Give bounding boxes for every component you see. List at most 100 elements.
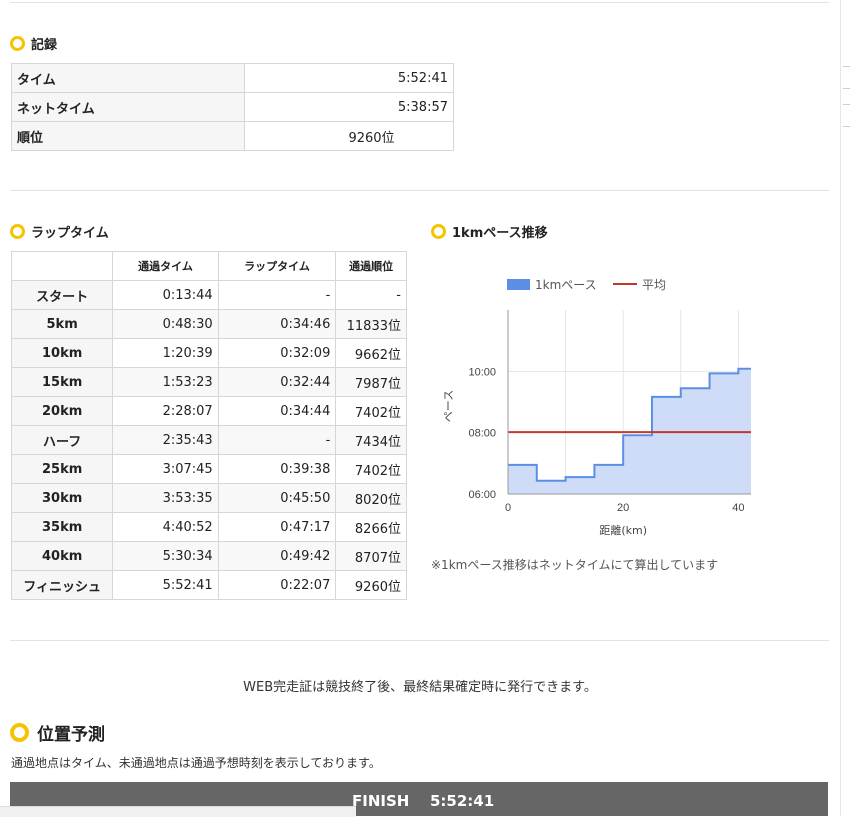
lap-time: 0:32:44 (217, 367, 337, 397)
section-divider (10, 190, 829, 191)
lap-rank: 7402位 (335, 396, 407, 426)
lap-pass-time: 2:28:07 (112, 396, 219, 426)
lap-pass-time: 2:35:43 (112, 425, 219, 455)
lap-pass-time: 3:07:45 (112, 454, 219, 484)
lap-rank: 9260位 (335, 570, 407, 600)
lap-rank: 11833位 (335, 309, 407, 339)
finish-label: FINISH (352, 792, 410, 810)
record-label: ネットタイム (11, 92, 245, 122)
table-row: 30km 3:53:35 0:45:50 8020位 (10, 483, 407, 513)
lap-pass-time: 1:20:39 (112, 338, 219, 368)
lap-pass-time: 4:40:52 (112, 512, 219, 542)
lap-time: 0:49:42 (217, 541, 337, 571)
horizontal-scrollbar[interactable] (0, 806, 356, 817)
lap-point: 40km (10, 541, 114, 571)
lap-rank: 8707位 (335, 541, 407, 571)
lap-time: 0:47:17 (217, 512, 337, 542)
x-tick-label: 20 (617, 502, 629, 514)
pace-title-text: 1kmペース推移 (452, 226, 548, 241)
lap-time: 0:22:07 (217, 570, 337, 600)
lap-rank: 7987位 (335, 367, 407, 397)
lap-time: - (217, 280, 337, 310)
lap-pass-time: 5:30:34 (112, 541, 219, 571)
record-label: 順位 (11, 121, 245, 151)
x-tick-label: 0 (505, 502, 511, 514)
record-table: タイム 5:52:41 ネットタイム 5:38:57 順位 9260位 (11, 63, 454, 151)
lap-time: 0:34:46 (217, 309, 337, 339)
y-axis-title: ペース (442, 390, 455, 422)
lap-table: 通過タイム ラップタイム 通過順位 スタート 0:13:44- -5km 0:48:3… (10, 251, 407, 600)
table-row: スタート 0:13:44- - (10, 280, 407, 310)
lap-rank: 8020位 (335, 483, 407, 513)
lap-rank: 7434位 (335, 425, 407, 455)
table-row: 順位 9260位 (11, 121, 454, 151)
y-tick-label: 08:00 (468, 428, 496, 440)
x-axis-title: 距離(km) (599, 523, 647, 537)
yellow-ring-icon (10, 723, 29, 742)
lap-time: 0:32:09 (217, 338, 337, 368)
table-row: 35km 4:40:52 0:47:17 8266位 (10, 512, 407, 542)
table-row: タイム 5:52:41 (11, 63, 454, 93)
lap-point: 35km (10, 512, 114, 542)
record-title-text: 記録 (31, 38, 58, 53)
table-row: 25km 3:07:45 0:39:38 7402位 (10, 454, 407, 484)
position-section-title: 位置予測 (10, 720, 105, 745)
record-value: 9260位 (244, 121, 454, 151)
table-row: 20km 2:28:07 0:34:44 7402位 (10, 396, 407, 426)
lap-point: 15km (10, 367, 114, 397)
top-divider (10, 2, 829, 3)
lap-header-pass: 通過タイム (112, 251, 219, 281)
section-divider (10, 640, 829, 641)
lap-point: 30km (10, 483, 114, 513)
yellow-ring-icon (10, 224, 25, 239)
lap-point: 25km (10, 454, 114, 484)
lap-header-rank: 通過順位 (335, 251, 407, 281)
table-row: 5km 0:48:30 0:34:46 11833位 (10, 309, 407, 339)
lap-pass-time: 3:53:35 (112, 483, 219, 513)
right-edge-tick (843, 104, 850, 105)
lap-header-point (10, 251, 114, 281)
pace-chart-svg: 06:00 08:00 10:00 0 20 40 距離(km) ペース 1kmペース 平均 (442, 278, 751, 537)
lap-point: ハーフ (10, 425, 114, 455)
laps-title-text: ラップタイム (31, 226, 109, 241)
table-row: 40km 5:30:34 0:49:42 8707位 (10, 541, 407, 571)
table-row: ネットタイム 5:38:57 (11, 92, 454, 122)
lap-pass-time: 1:53:23 (112, 367, 219, 397)
laps-section-title: ラップタイム (10, 222, 109, 241)
yellow-ring-icon (431, 224, 446, 239)
table-row: 10km 1:20:39 0:32:09 9662位 (10, 338, 407, 368)
position-description: 通過地点はタイム、未通過地点は通過予想時刻を表示しております。 (11, 756, 381, 770)
y-tick-label: 06:00 (468, 489, 496, 501)
lap-pass-time: 0:48:30 (112, 309, 219, 339)
table-row: フィニッシュ 5:52:41 0:22:07 9260位 (10, 570, 407, 600)
position-title-text: 位置予測 (37, 725, 105, 745)
lap-header-lap: ラップタイム (217, 251, 337, 281)
lap-point: 10km (10, 338, 114, 368)
lap-time: 0:39:38 (217, 454, 337, 484)
legend-label: 1kmペース (535, 278, 597, 292)
right-edge-tick (843, 66, 850, 67)
x-tick-label: 40 (732, 502, 744, 514)
pace-chart: 06:00 08:00 10:00 0 20 40 距離(km) ペース 1kmペース 平均 (430, 264, 760, 554)
pace-section-title: 1kmペース推移 (431, 222, 548, 241)
legend-label: 平均 (642, 278, 666, 292)
lap-point: 5km (10, 309, 114, 339)
lap-time: 0:45:50 (217, 483, 337, 513)
lap-pass-time: 0:13:44 (112, 280, 219, 310)
right-edge-tick (843, 126, 850, 127)
right-edge-tick (843, 88, 850, 89)
pace-note: ※1kmペース推移はネットタイムにて算出しています (431, 558, 719, 572)
table-row: ハーフ 2:35:43-7434位 (10, 425, 407, 455)
lap-time: 0:34:44 (217, 396, 337, 426)
table-row: 15km 1:53:23 0:32:44 7987位 (10, 367, 407, 397)
lap-pass-time: 5:52:41 (112, 570, 219, 600)
yellow-ring-icon (10, 36, 25, 51)
record-label: タイム (11, 63, 245, 93)
record-section-title: 記録 (10, 34, 57, 53)
record-value: 5:38:57 (244, 92, 454, 122)
record-value: 5:52:41 (244, 63, 454, 93)
lap-point: スタート (10, 280, 114, 310)
lap-rank: - (335, 280, 407, 310)
lap-time: - (217, 425, 337, 455)
certificate-message: WEB完走証は競技終了後、最終結果確定時に発行できます。 (243, 680, 597, 695)
